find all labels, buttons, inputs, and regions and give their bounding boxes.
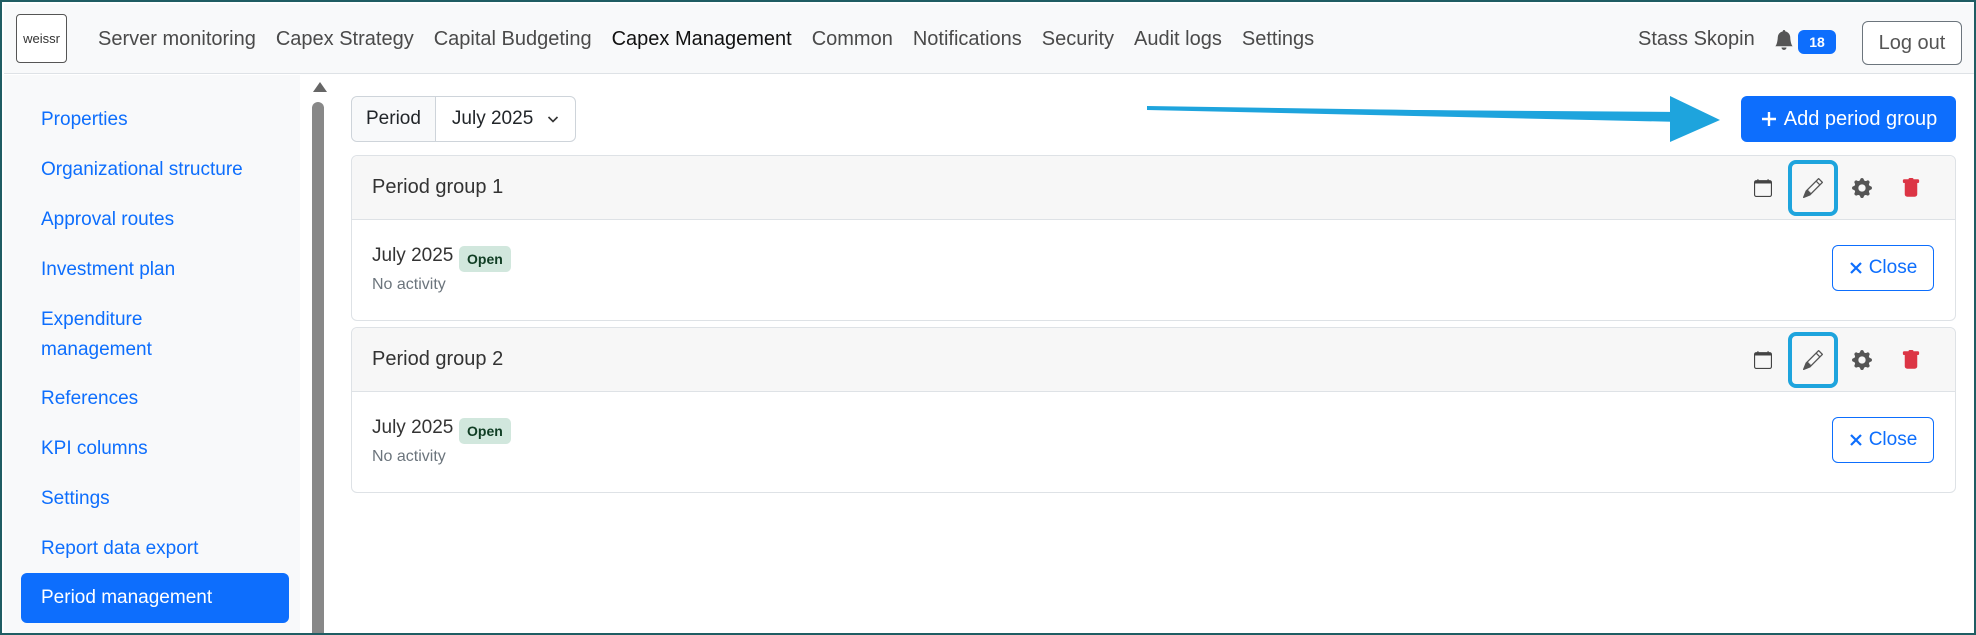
period-group-title: Period group 2 xyxy=(372,348,504,370)
nav-link-capex-strategy[interactable]: Capex Strategy xyxy=(266,28,424,51)
gear-icon[interactable] xyxy=(1850,348,1874,372)
sidebar-item-approval-routes[interactable]: Approval routes xyxy=(21,205,289,235)
period-group-card: Period group 2 July 2025 Open No activit… xyxy=(351,327,1956,493)
nav-links: Server monitoring Capex Strategy Capital… xyxy=(88,4,1324,74)
nav-link-capex-management[interactable]: Capex Management xyxy=(602,28,802,51)
activity-text: No activity xyxy=(372,276,446,293)
period-dropdown[interactable]: July 2025 xyxy=(436,97,575,141)
nav-link-notifications[interactable]: Notifications xyxy=(903,28,1032,51)
user-name[interactable]: Stass Skopin xyxy=(1638,28,1755,51)
sidebar-item-references[interactable]: References xyxy=(21,384,289,414)
chevron-down-icon xyxy=(548,116,559,123)
app-logo[interactable]: weissr xyxy=(16,14,67,63)
sidebar-item-report-data-export[interactable]: Report data export xyxy=(21,534,289,564)
calendar-icon[interactable] xyxy=(1751,176,1775,200)
pencil-icon[interactable] xyxy=(1801,176,1825,200)
status-badge: Open xyxy=(459,418,511,444)
close-label: Close xyxy=(1868,257,1918,278)
add-period-group-label: Add period group xyxy=(1783,107,1938,130)
sidebar-item-organizational-structure[interactable]: Organizational structure xyxy=(21,155,289,185)
period-label: Period xyxy=(352,97,436,141)
app-frame: weissr Server monitoring Capex Strategy … xyxy=(0,0,1976,635)
activity-text: No activity xyxy=(372,448,446,465)
plus-icon xyxy=(1761,112,1776,126)
period-group-card: Period group 1 July 2025 Open No activit… xyxy=(351,155,1956,321)
sidebar-item-properties[interactable]: Properties xyxy=(21,105,289,135)
scroll-up-arrow[interactable] xyxy=(313,82,327,92)
period-group-header: Period group 1 xyxy=(352,156,1955,220)
period-row: July 2025 Open No activity Close xyxy=(352,392,1955,492)
close-period-button[interactable]: Close xyxy=(1832,417,1934,463)
calendar-icon[interactable] xyxy=(1751,348,1775,372)
nav-link-capital-budgeting[interactable]: Capital Budgeting xyxy=(424,28,602,51)
notification-count-badge[interactable]: 18 xyxy=(1798,30,1836,54)
status-badge: Open xyxy=(459,246,511,272)
close-period-button[interactable]: Close xyxy=(1832,245,1934,291)
nav-link-server-monitoring[interactable]: Server monitoring xyxy=(88,28,266,51)
period-group-title: Period group 1 xyxy=(372,176,504,198)
top-navbar: weissr Server monitoring Capex Strategy … xyxy=(4,4,1974,74)
sidebar-item-period-management[interactable]: Period management xyxy=(21,573,289,623)
period-name: July 2025 xyxy=(372,417,454,438)
add-period-group-button[interactable]: Add period group xyxy=(1741,96,1956,142)
sidebar: Properties Organizational structure Appr… xyxy=(4,75,300,633)
nav-link-settings[interactable]: Settings xyxy=(1232,28,1324,51)
logout-button[interactable]: Log out xyxy=(1862,21,1962,65)
nav-link-audit-logs[interactable]: Audit logs xyxy=(1124,28,1232,51)
nav-link-security[interactable]: Security xyxy=(1032,28,1124,51)
close-label: Close xyxy=(1868,429,1918,450)
period-select[interactable]: Period July 2025 xyxy=(351,96,577,142)
x-icon xyxy=(1849,434,1862,446)
trash-icon[interactable] xyxy=(1899,176,1923,200)
sidebar-scrollbar[interactable] xyxy=(312,102,324,633)
x-icon xyxy=(1849,262,1862,274)
sidebar-item-kpi-columns[interactable]: KPI columns xyxy=(21,434,289,464)
period-name: July 2025 xyxy=(372,245,454,266)
period-value: July 2025 xyxy=(451,108,534,129)
trash-icon[interactable] xyxy=(1899,348,1923,372)
sidebar-item-settings[interactable]: Settings xyxy=(21,484,289,514)
gear-icon[interactable] xyxy=(1850,176,1874,200)
period-group-header: Period group 2 xyxy=(352,328,1955,392)
nav-link-common[interactable]: Common xyxy=(802,28,903,51)
sidebar-item-expenditure-management[interactable]: Expenditure management xyxy=(21,305,221,365)
bell-icon[interactable] xyxy=(1774,30,1794,50)
period-row: July 2025 Open No activity Close xyxy=(352,220,1955,320)
sidebar-item-investment-plan[interactable]: Investment plan xyxy=(21,255,289,285)
annotation-arrow xyxy=(1147,96,1720,142)
pencil-icon[interactable] xyxy=(1801,348,1825,372)
